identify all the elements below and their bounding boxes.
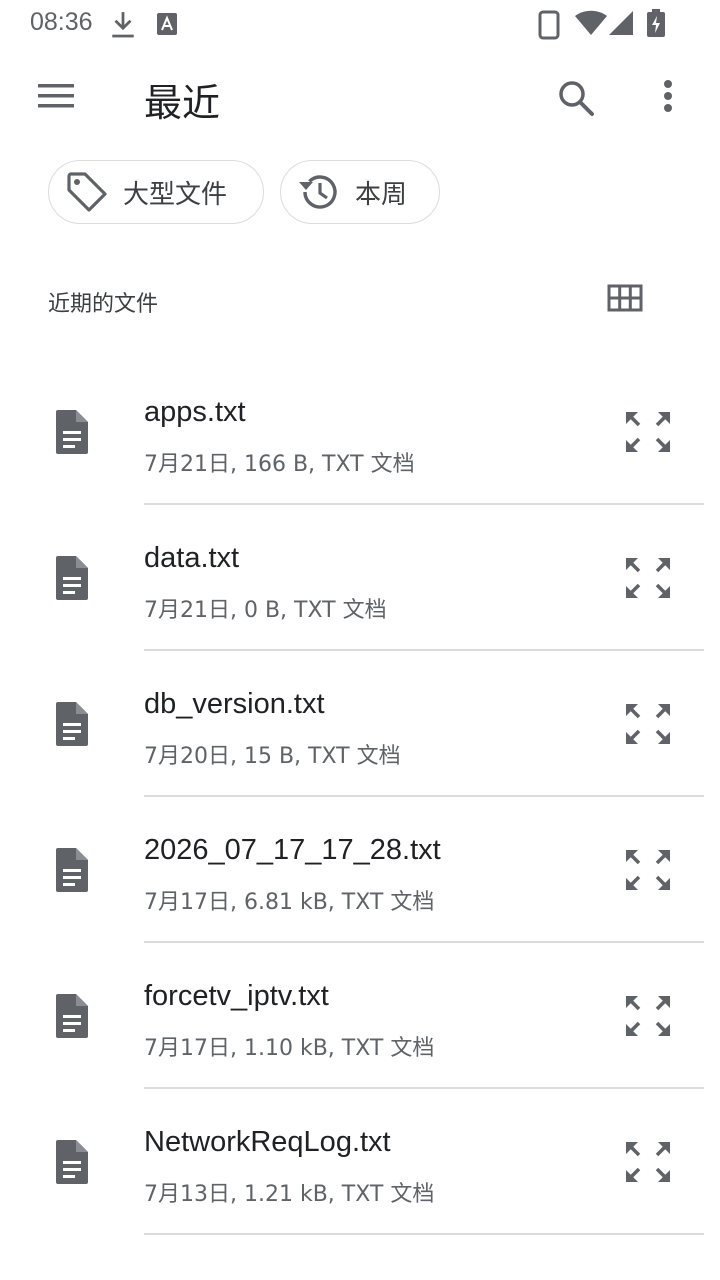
expand-preview-button[interactable] <box>620 844 676 896</box>
text-file-icon <box>50 992 94 1040</box>
status-bar: 08:36 <box>0 0 720 48</box>
chip-large-files[interactable]: 大型文件 <box>48 160 264 224</box>
text-file-icon <box>50 554 94 602</box>
file-list-item[interactable]: apps.txt 7月21日, 166 B, TXT 文档 <box>0 358 720 505</box>
file-list-item[interactable]: data.txt 7月21日, 0 B, TXT 文档 <box>0 504 720 651</box>
search-button[interactable] <box>548 70 604 126</box>
chip-label: 大型文件 <box>123 179 228 210</box>
expand-icon <box>620 412 676 462</box>
file-meta: 7月17日, 1.10 kB, TXT 文档 <box>144 1036 435 1061</box>
search-icon <box>559 81 594 116</box>
chip-label: 本周 <box>355 179 408 210</box>
text-file-icon <box>50 408 94 456</box>
file-name: NetworkReqLog.txt <box>144 1126 391 1158</box>
top-app-bar: 最近 <box>0 48 720 148</box>
chip-this-week[interactable]: 本周 <box>280 160 440 224</box>
file-meta: 7月13日, 1.21 kB, TXT 文档 <box>144 1182 435 1207</box>
expand-preview-button[interactable] <box>620 698 676 750</box>
expand-icon <box>620 558 676 608</box>
a-notification-icon <box>157 13 177 35</box>
signal-icon <box>609 11 633 35</box>
text-file-icon <box>50 1138 94 1186</box>
file-meta: 7月17日, 6.81 kB, TXT 文档 <box>144 890 435 915</box>
more-options-button[interactable] <box>648 70 688 126</box>
expand-icon <box>620 1142 676 1192</box>
file-name: 2026_07_17_17_28.txt <box>144 834 441 866</box>
expand-icon <box>620 850 676 900</box>
expand-preview-button[interactable] <box>620 552 676 604</box>
text-file-icon <box>50 700 94 748</box>
file-list-item[interactable]: 2026_07_17_17_28.txt 7月17日, 6.81 kB, TXT … <box>0 796 720 943</box>
download-icon <box>112 12 134 38</box>
status-time: 08:36 <box>30 8 93 36</box>
history-icon <box>297 170 341 214</box>
grid-view-button[interactable] <box>604 280 646 320</box>
grid-view-icon <box>607 284 643 312</box>
file-name: forcetv_iptv.txt <box>144 980 329 1012</box>
file-name: data.txt <box>144 542 240 574</box>
menu-button[interactable] <box>26 70 86 122</box>
text-file-icon <box>50 846 94 894</box>
section-title: 近期的文件 <box>48 292 159 317</box>
expand-icon <box>620 996 676 1046</box>
more-vert-icon <box>664 80 672 112</box>
expand-icon <box>620 704 676 754</box>
menu-icon <box>38 84 74 108</box>
file-name: apps.txt <box>144 396 246 428</box>
wifi-icon <box>575 10 607 35</box>
battery-charging-icon <box>647 9 665 37</box>
file-name: db_version.txt <box>144 688 325 720</box>
file-list-item[interactable]: NetworkReqLog.txt 7月13日, 1.21 kB, TXT 文档 <box>0 1088 720 1235</box>
page-title: 最近 <box>144 81 221 125</box>
expand-preview-button[interactable] <box>620 990 676 1042</box>
file-list-item[interactable]: db_version.txt 7月20日, 15 B, TXT 文档 <box>0 650 720 797</box>
file-meta: 7月21日, 166 B, TXT 文档 <box>144 452 415 477</box>
file-list-item[interactable]: forcetv_iptv.txt 7月17日, 1.10 kB, TXT 文档 <box>0 942 720 1089</box>
divider <box>144 1233 704 1235</box>
phone-icon <box>538 10 560 40</box>
file-meta: 7月21日, 0 B, TXT 文档 <box>144 598 387 623</box>
expand-preview-button[interactable] <box>620 406 676 458</box>
tag-icon <box>65 170 109 214</box>
expand-preview-button[interactable] <box>620 1136 676 1188</box>
file-meta: 7月20日, 15 B, TXT 文档 <box>144 744 401 769</box>
